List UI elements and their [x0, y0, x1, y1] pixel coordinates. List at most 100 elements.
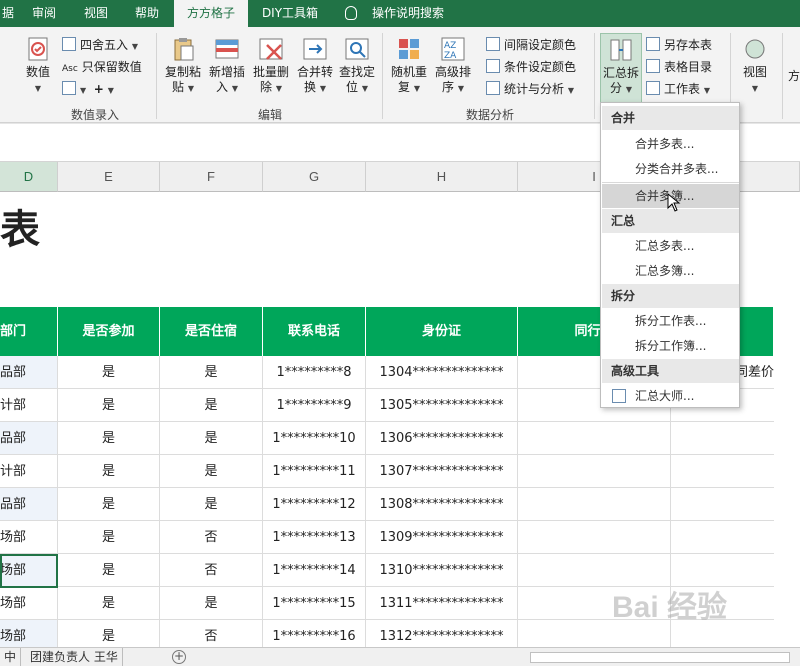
tab-data[interactable]: 据 — [0, 0, 16, 27]
table-cell[interactable]: 1304************** — [366, 356, 518, 389]
table-cell[interactable]: 1*********10 — [263, 422, 366, 455]
table-cell[interactable]: 是 — [58, 488, 160, 521]
delete-icon — [257, 35, 285, 63]
table-cell[interactable] — [518, 422, 671, 455]
table-cell[interactable]: 1*********8 — [263, 356, 366, 389]
column-header-h[interactable]: H — [366, 162, 518, 192]
merge-sheets-item[interactable]: 合并多表... — [602, 132, 739, 156]
tab-review[interactable]: 审阅 — [22, 0, 66, 27]
condition-color-icon — [486, 59, 500, 73]
copy-paste-button[interactable]: 复制粘贴 ▼ — [162, 35, 204, 96]
table-cell[interactable]: 1311************** — [366, 587, 518, 620]
insert-button[interactable]: 新增插入 ▼ — [206, 35, 248, 96]
table-cell[interactable]: 场部 — [0, 620, 58, 647]
interval-color-button[interactable]: 间隔设定颜色 — [486, 36, 576, 54]
table-cell[interactable]: 1*********9 — [263, 389, 366, 422]
table-cell[interactable]: 品部 — [0, 356, 58, 389]
view-button[interactable]: 视图 ▼ — [736, 35, 774, 96]
table-cell[interactable] — [671, 422, 774, 455]
value-button[interactable]: 数值 ▼ — [18, 35, 58, 96]
table-cell[interactable]: 否 — [160, 620, 263, 647]
table-cell[interactable]: 场部 — [0, 587, 58, 620]
table-cell[interactable]: 1*********14 — [263, 554, 366, 587]
table-cell[interactable]: 是 — [58, 455, 160, 488]
table-cell[interactable]: 计部 — [0, 455, 58, 488]
sheet-tab-2[interactable]: 团建负责人 王华 — [26, 648, 123, 666]
random-repeat-button[interactable]: 随机重复 ▼ — [388, 35, 430, 96]
table-cell[interactable]: 否 — [160, 554, 263, 587]
round-button[interactable]: 四舍五入 ▼ — [62, 36, 138, 54]
column-header-d[interactable]: D — [0, 162, 58, 192]
split-worksheet-item[interactable]: 拆分工作表... — [602, 309, 739, 333]
number-entry-tools[interactable]: ▼ + ▼ — [62, 80, 114, 98]
table-cell[interactable]: 1309************** — [366, 521, 518, 554]
table-cell[interactable]: 1308************** — [366, 488, 518, 521]
table-row: 品部是是 1*********10 1306************** — [0, 422, 774, 455]
table-cell[interactable]: 计部 — [0, 389, 58, 422]
table-cell[interactable]: 1*********16 — [263, 620, 366, 647]
clipboard-icon — [169, 35, 197, 63]
summary-split-button[interactable]: 汇总拆分 ▼ — [600, 33, 642, 103]
keep-value-button[interactable]: Asc 只保留数值 — [62, 58, 142, 76]
table-cell[interactable]: 场部 — [0, 521, 58, 554]
table-cell[interactable]: 1306************** — [366, 422, 518, 455]
tab-diy[interactable]: DIY工具箱 — [252, 0, 328, 27]
horizontal-scrollbar[interactable] — [530, 652, 790, 663]
table-cell[interactable]: 是 — [58, 554, 160, 587]
table-cell[interactable]: 是 — [58, 620, 160, 647]
column-header-f[interactable]: F — [160, 162, 263, 192]
table-cell[interactable]: 是 — [160, 488, 263, 521]
table-cell[interactable]: 品部 — [0, 422, 58, 455]
more-button[interactable]: 方 — [788, 69, 800, 84]
table-cell[interactable]: 品部 — [0, 488, 58, 521]
table-cell[interactable] — [671, 521, 774, 554]
stats-analysis-button[interactable]: 统计与分析 ▼ — [486, 80, 574, 98]
tab-view[interactable]: 视图 — [72, 0, 120, 27]
table-cell[interactable]: 是 — [160, 455, 263, 488]
save-sheet-button[interactable]: 另存本表 — [646, 36, 712, 54]
table-cell[interactable]: 1310************** — [366, 554, 518, 587]
table-cell[interactable]: 1*********12 — [263, 488, 366, 521]
table-cell[interactable]: 是 — [58, 356, 160, 389]
table-cell[interactable]: 是 — [58, 389, 160, 422]
group-separator — [156, 33, 157, 119]
table-cell[interactable] — [518, 455, 671, 488]
table-cell[interactable]: 1312************** — [366, 620, 518, 647]
table-toc-button[interactable]: 表格目录 — [646, 58, 712, 76]
summary-master-item[interactable]: 汇总大师... — [602, 384, 739, 408]
split-workbook-item[interactable]: 拆分工作簿... — [602, 334, 739, 358]
tab-help[interactable]: 帮助 — [124, 0, 170, 27]
table-cell[interactable] — [518, 521, 671, 554]
table-cell[interactable]: 是 — [58, 521, 160, 554]
table-cell[interactable]: 是 — [160, 356, 263, 389]
add-sheet-button[interactable]: + — [172, 650, 186, 664]
find-locate-button[interactable]: 查找定位 ▼ — [336, 35, 378, 96]
summarize-sheets-item[interactable]: 汇总多表... — [602, 234, 739, 258]
advanced-sort-button[interactable]: AZ ZA 高级排序 ▼ — [432, 35, 474, 96]
table-cell[interactable]: 是 — [160, 587, 263, 620]
table-cell[interactable] — [671, 488, 774, 521]
table-cell[interactable]: 是 — [160, 422, 263, 455]
table-cell[interactable]: 否 — [160, 521, 263, 554]
worksheet-button[interactable]: 工作表 ▼ — [646, 80, 710, 98]
category-merge-sheets-item[interactable]: 分类合并多表... — [602, 157, 739, 181]
condition-color-button[interactable]: 条件设定颜色 — [486, 58, 576, 76]
table-cell[interactable] — [518, 488, 671, 521]
table-cell[interactable] — [671, 455, 774, 488]
table-cell[interactable]: 是 — [58, 422, 160, 455]
column-header-g[interactable]: G — [263, 162, 366, 192]
summarize-workbooks-item[interactable]: 汇总多簿... — [602, 259, 739, 283]
tell-me-search[interactable]: 操作说明搜索 — [366, 0, 450, 27]
batch-delete-button[interactable]: 批量删除 ▼ — [250, 35, 292, 96]
column-header-e[interactable]: E — [58, 162, 160, 192]
sheet-tab-1[interactable]: 中 — [0, 648, 22, 666]
merge-convert-button[interactable]: 合并转换 ▼ — [294, 35, 336, 96]
table-cell[interactable]: 1*********13 — [263, 521, 366, 554]
table-cell[interactable]: 1*********11 — [263, 455, 366, 488]
table-cell[interactable]: 是 — [58, 587, 160, 620]
table-cell[interactable]: 1*********15 — [263, 587, 366, 620]
table-cell[interactable]: 是 — [160, 389, 263, 422]
tab-ffgz[interactable]: 方方格子 — [174, 0, 248, 27]
table-cell[interactable]: 1307************** — [366, 455, 518, 488]
table-cell[interactable]: 1305************** — [366, 389, 518, 422]
